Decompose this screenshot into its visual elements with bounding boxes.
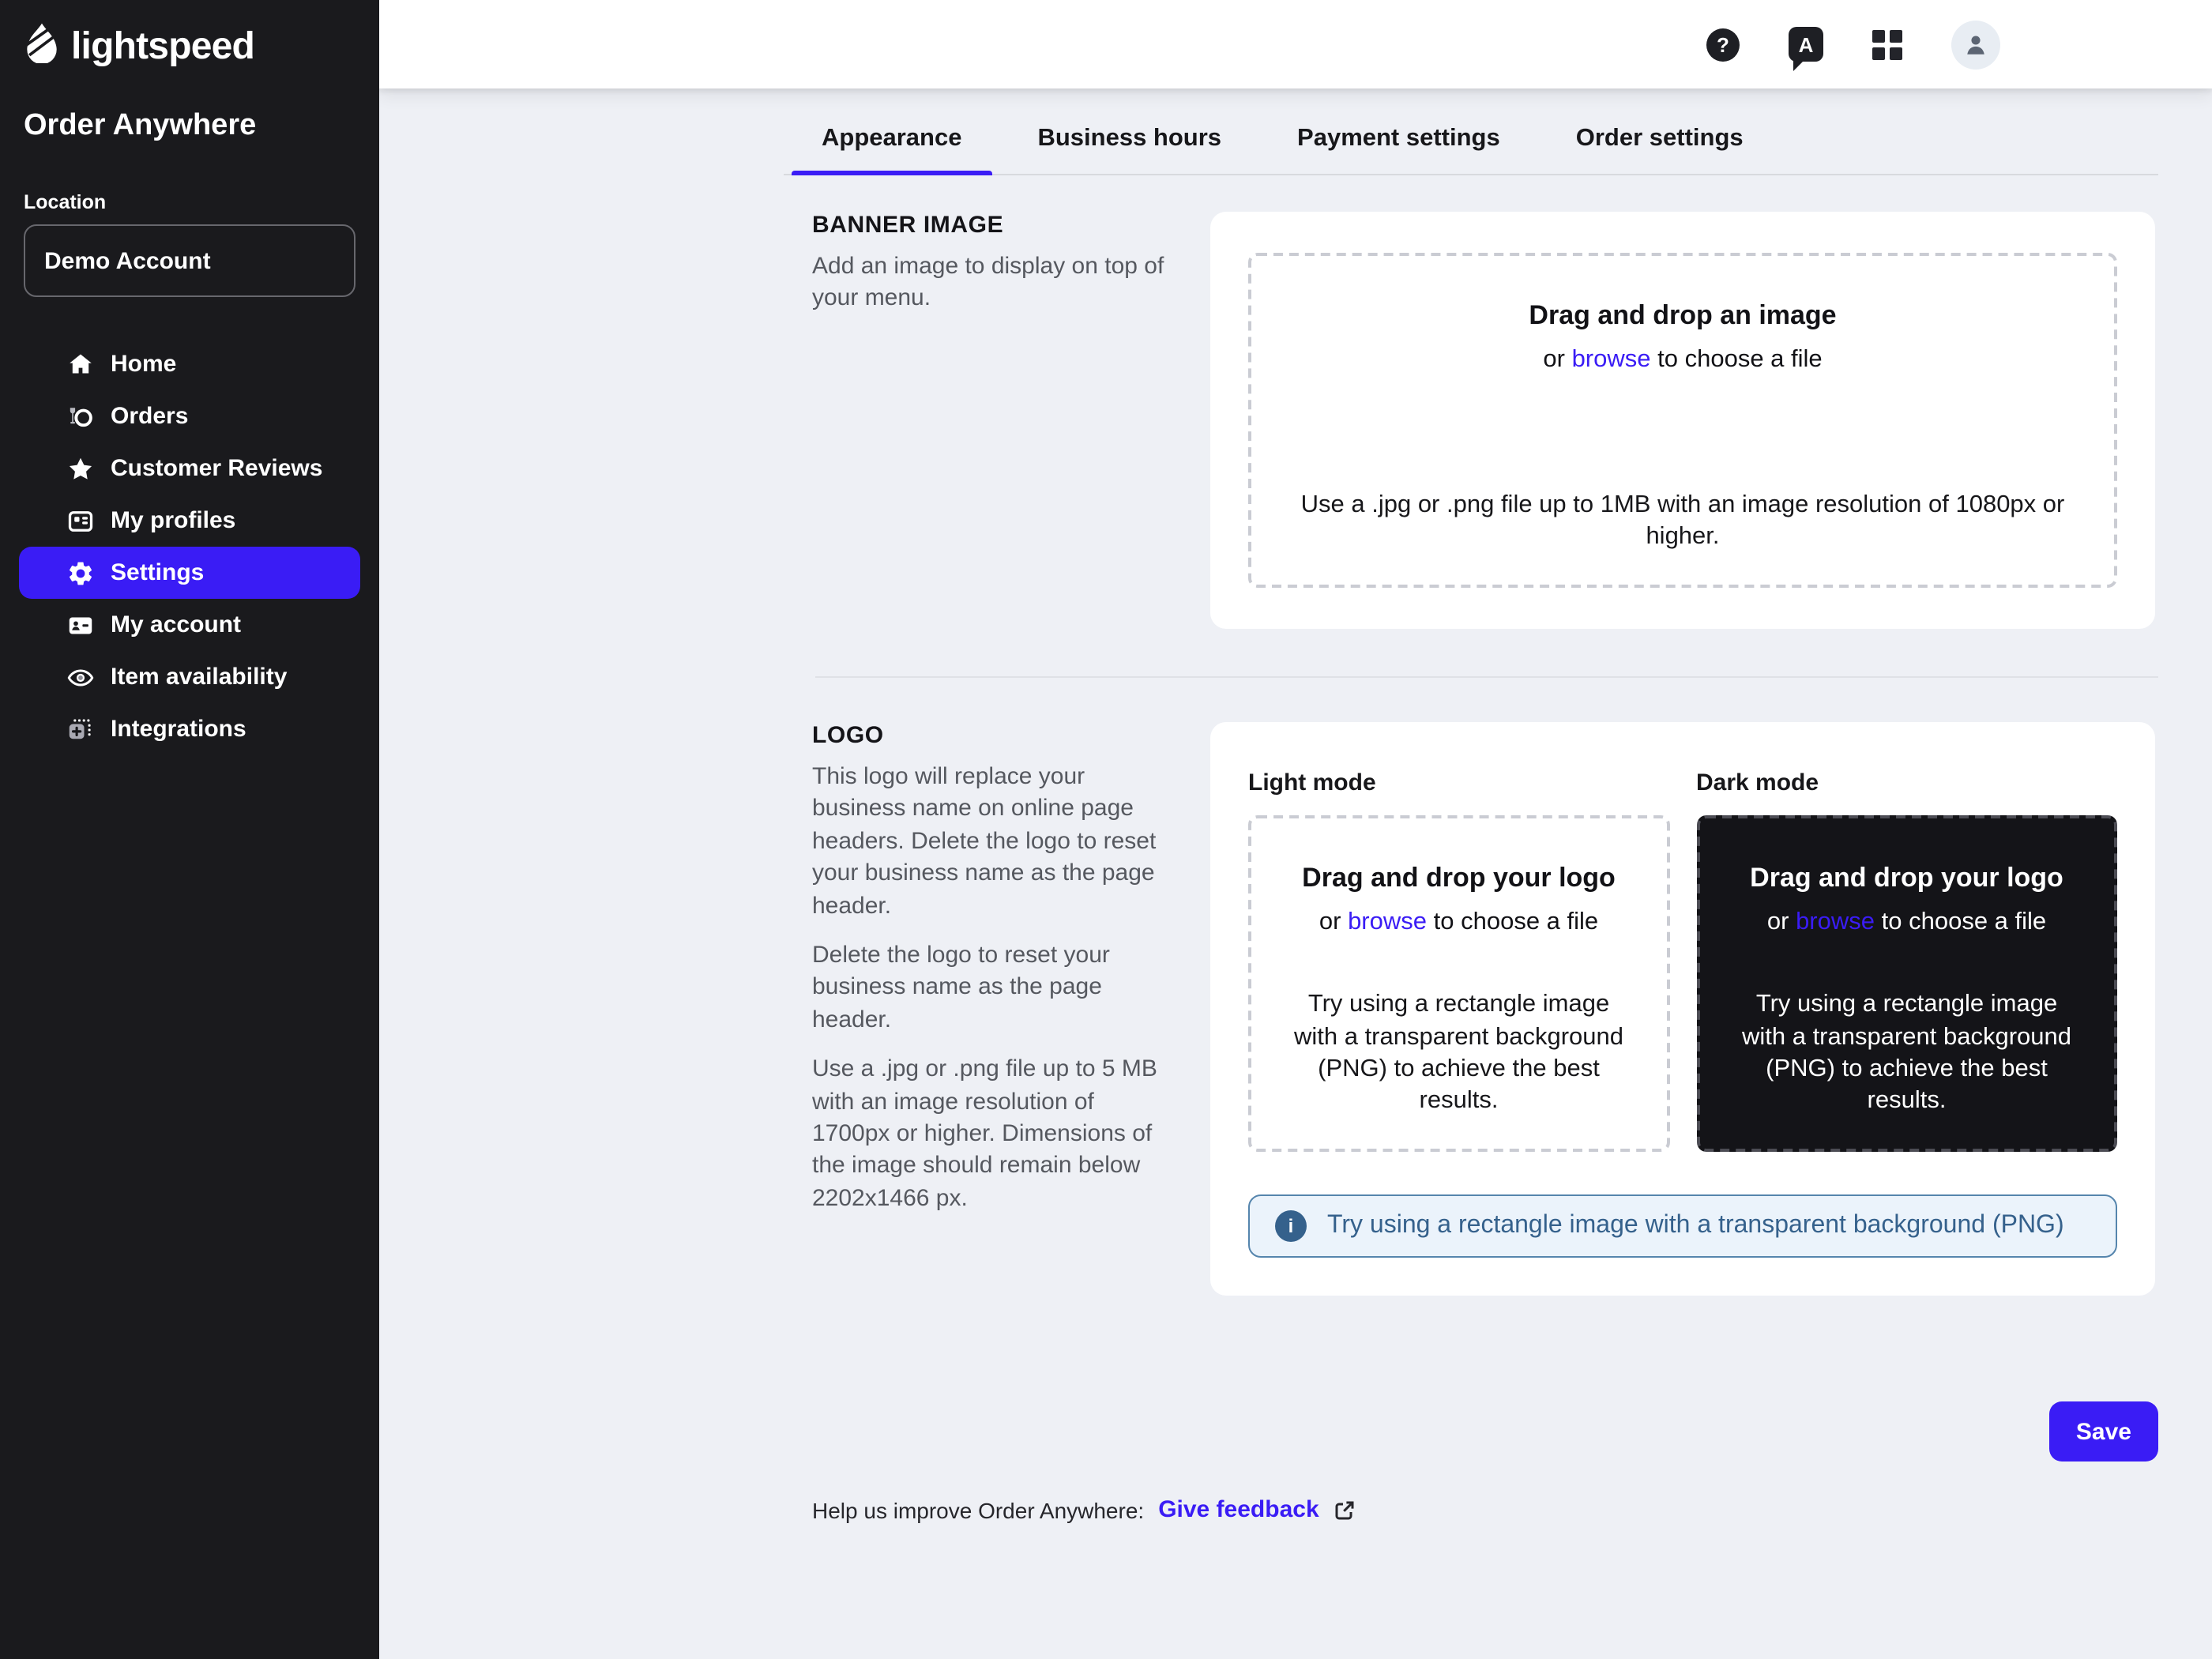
logo-section-paragraph: Use a .jpg or .png file up to 5 MB with … — [812, 1054, 1176, 1215]
profiles-icon — [66, 506, 95, 535]
eye-icon — [66, 663, 95, 691]
sidebar-item-label: My profiles — [111, 507, 235, 534]
info-banner-text: Try using a rectangle image with a trans… — [1327, 1212, 2064, 1240]
help-icon[interactable]: ? — [1706, 28, 1740, 61]
banner-image-section: BANNER IMAGE Add an image to display on … — [812, 212, 2155, 629]
dropzone-subtitle: or browse to choose a file — [1543, 346, 1822, 374]
browse-link[interactable]: browse — [1572, 346, 1651, 373]
sidebar-item-label: Integrations — [111, 716, 246, 743]
dark-mode-label: Dark mode — [1696, 769, 2117, 796]
language-icon[interactable]: A — [1789, 27, 1823, 62]
banner-section-info: BANNER IMAGE Add an image to display on … — [812, 212, 1210, 629]
sidebar-item-label: My account — [111, 611, 241, 638]
tab-business-hours[interactable]: Business hours — [999, 112, 1259, 174]
dropzone-or-text: or — [1767, 908, 1789, 935]
sidebar-item-my-profiles[interactable]: My profiles — [19, 495, 360, 547]
dropzone-choose-text: to choose a file — [1657, 346, 1823, 373]
home-icon — [66, 350, 95, 378]
banner-section-description: Add an image to display on top of your m… — [812, 251, 1176, 316]
dropzone-or-text: or — [1543, 346, 1565, 373]
sidebar-item-label: Settings — [111, 559, 204, 586]
dropzone-subtitle: or browse to choose a file — [1319, 908, 1598, 937]
dropzone-note: Use a .jpg or .png file up to 1MB with a… — [1283, 489, 2082, 553]
banner-card: Drag and drop an image or browse to choo… — [1210, 212, 2155, 629]
light-mode-label: Light mode — [1248, 769, 1669, 796]
sidebar-item-orders[interactable]: Orders — [19, 390, 360, 442]
sidebar-item-my-account[interactable]: My account — [19, 599, 360, 651]
orders-icon — [66, 402, 95, 431]
star-icon — [66, 454, 95, 483]
avatar[interactable] — [1951, 20, 2000, 69]
dark-mode-column: Dark mode Drag and drop your logo or bro… — [1696, 760, 2117, 1152]
info-icon: i — [1275, 1210, 1307, 1242]
lightspeed-logo: lightspeed — [24, 22, 379, 71]
sidebar-nav: Home Orders Customer Reviews — [0, 338, 379, 755]
tab-order-settings[interactable]: Order settings — [1538, 112, 1781, 174]
external-link-icon — [1334, 1499, 1356, 1521]
logo-section-paragraph: Delete the logo to reset your business n… — [812, 940, 1176, 1036]
sidebar-item-customer-reviews[interactable]: Customer Reviews — [19, 442, 360, 495]
light-mode-column: Light mode Drag and drop your logo or br… — [1248, 760, 1669, 1152]
sidebar-item-home[interactable]: Home — [19, 338, 360, 390]
feedback-text: Help us improve Order Anywhere: — [812, 1497, 1144, 1522]
location-selector[interactable]: Demo Account — [24, 224, 356, 297]
logo-section-paragraph: This logo will replace your business nam… — [812, 762, 1176, 923]
tab-appearance[interactable]: Appearance — [784, 112, 999, 174]
location-label: Location — [24, 191, 356, 213]
sidebar-item-settings[interactable]: Settings — [19, 547, 360, 599]
logo-section-info: LOGO This logo will replace your busines… — [812, 722, 1210, 1296]
dropzone-note: Try using a rectangle image with a trans… — [1283, 990, 1635, 1117]
gear-icon — [66, 559, 95, 587]
dropzone-subtitle: or browse to choose a file — [1767, 908, 2046, 937]
topbar: ? A — [379, 0, 2212, 88]
person-icon — [1961, 29, 1991, 59]
logo-section: LOGO This logo will replace your busines… — [812, 722, 2155, 1296]
dropzone-title: Drag and drop your logo — [1302, 863, 1616, 894]
sidebar-item-label: Orders — [111, 403, 188, 430]
location-value: Demo Account — [44, 247, 211, 274]
sidebar: lightspeed Order Anywhere Location Demo … — [0, 0, 379, 1659]
banner-image-dropzone[interactable]: Drag and drop an image or browse to choo… — [1248, 253, 2117, 588]
dropzone-note: Try using a rectangle image with a trans… — [1731, 990, 2082, 1117]
integrations-icon — [66, 715, 95, 743]
sidebar-item-label: Customer Reviews — [111, 455, 322, 482]
sidebar-item-label: Home — [111, 351, 176, 378]
section-divider — [815, 676, 2158, 678]
sidebar-item-integrations[interactable]: Integrations — [19, 703, 360, 755]
apps-grid-icon[interactable] — [1872, 29, 1902, 59]
lightspeed-wordmark: lightspeed — [71, 24, 254, 69]
main-area: ? A Appearance Business hours Payment se… — [379, 0, 2212, 1659]
save-button[interactable]: Save — [2049, 1401, 2158, 1462]
feedback-row: Help us improve Order Anywhere: Give fee… — [812, 1496, 2212, 1523]
give-feedback-link[interactable]: Give feedback — [1158, 1496, 1319, 1523]
dropzone-title: Drag and drop an image — [1529, 300, 1836, 332]
dropzone-title: Drag and drop your logo — [1750, 863, 2063, 894]
save-row: Save — [379, 1401, 2158, 1462]
order-anywhere-app: lightspeed Order Anywhere Location Demo … — [0, 0, 2212, 1659]
tab-payment-settings[interactable]: Payment settings — [1259, 112, 1538, 174]
dark-logo-dropzone[interactable]: Drag and drop your logo or browse to cho… — [1696, 815, 2117, 1152]
settings-tabbar: Appearance Business hours Payment settin… — [784, 88, 2158, 175]
light-logo-dropzone[interactable]: Drag and drop your logo or browse to cho… — [1248, 815, 1669, 1152]
browse-link[interactable]: browse — [1348, 908, 1427, 935]
sidebar-item-label: Item availability — [111, 664, 287, 690]
banner-section-heading: BANNER IMAGE — [812, 212, 1176, 239]
lightspeed-flame-icon — [24, 22, 60, 71]
product-title: Order Anywhere — [24, 109, 356, 144]
browse-link[interactable]: browse — [1796, 908, 1875, 935]
logo-card: Light mode Drag and drop your logo or br… — [1210, 722, 2155, 1296]
logo-section-heading: LOGO — [812, 722, 1176, 749]
sidebar-item-item-availability[interactable]: Item availability — [19, 651, 360, 703]
logo-mode-grid: Light mode Drag and drop your logo or br… — [1248, 760, 2117, 1152]
info-banner: i Try using a rectangle image with a tra… — [1248, 1194, 2117, 1258]
account-card-icon — [66, 611, 95, 639]
dropzone-choose-text: to choose a file — [1434, 908, 1599, 935]
dropzone-choose-text: to choose a file — [1882, 908, 2047, 935]
dropzone-or-text: or — [1319, 908, 1341, 935]
